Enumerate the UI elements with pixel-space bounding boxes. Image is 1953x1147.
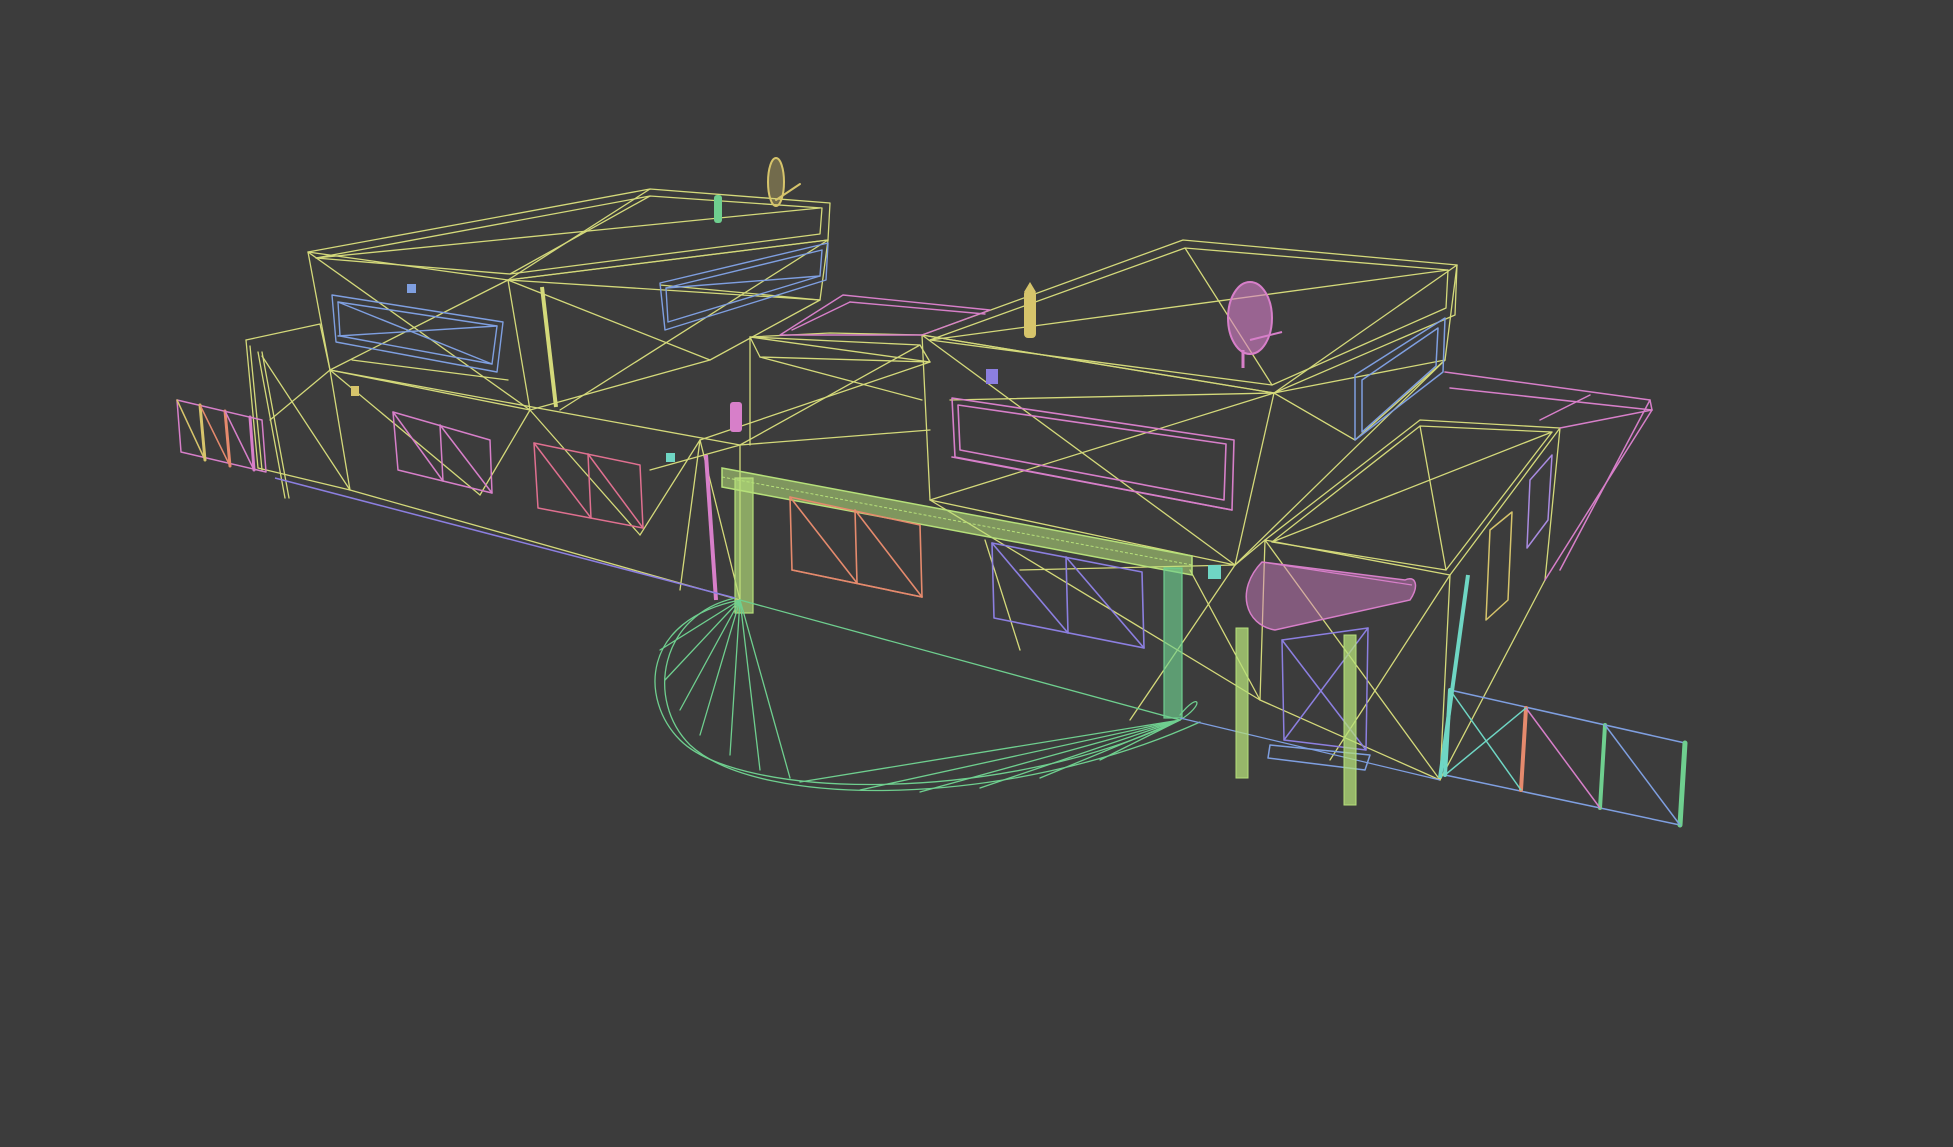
right-roof-vent-gold [1024,290,1036,338]
left-small-vent [407,284,416,293]
violet-side-window [1485,454,1553,621]
green-patio-disc [654,597,1201,793]
right-fence [1443,688,1688,828]
yellow-post-mid [540,286,558,408]
left-teal-light [666,453,675,462]
entrance-column-right [1343,634,1357,806]
wireframe-scene [176,157,1688,828]
canopy-column-right [1163,567,1183,719]
ground-edge-line [274,477,736,599]
blue-window-right-side [1354,317,1446,441]
left-roof-vent [714,195,722,223]
right-teal-light [1208,565,1221,579]
canopy-beam [721,467,1193,576]
right-satellite-dish [1227,281,1283,368]
pink-post-entrance [704,454,718,601]
right-roof-vent-gold-tip [1024,282,1036,292]
pink-window-right-block [951,397,1235,511]
3d-viewport[interactable] [0,0,1953,1147]
left-chimney-pink [730,402,742,432]
teal-post-right [1438,574,1470,779]
entrance-column-left [1235,627,1249,779]
pink-connector-roof [779,294,991,336]
entrance-arch [1245,561,1417,631]
red-window-left [533,442,644,529]
canopy-column-left [734,477,754,614]
left-wall-light [351,386,359,396]
pink-window-left [392,411,493,494]
right-small-vent [986,369,998,384]
